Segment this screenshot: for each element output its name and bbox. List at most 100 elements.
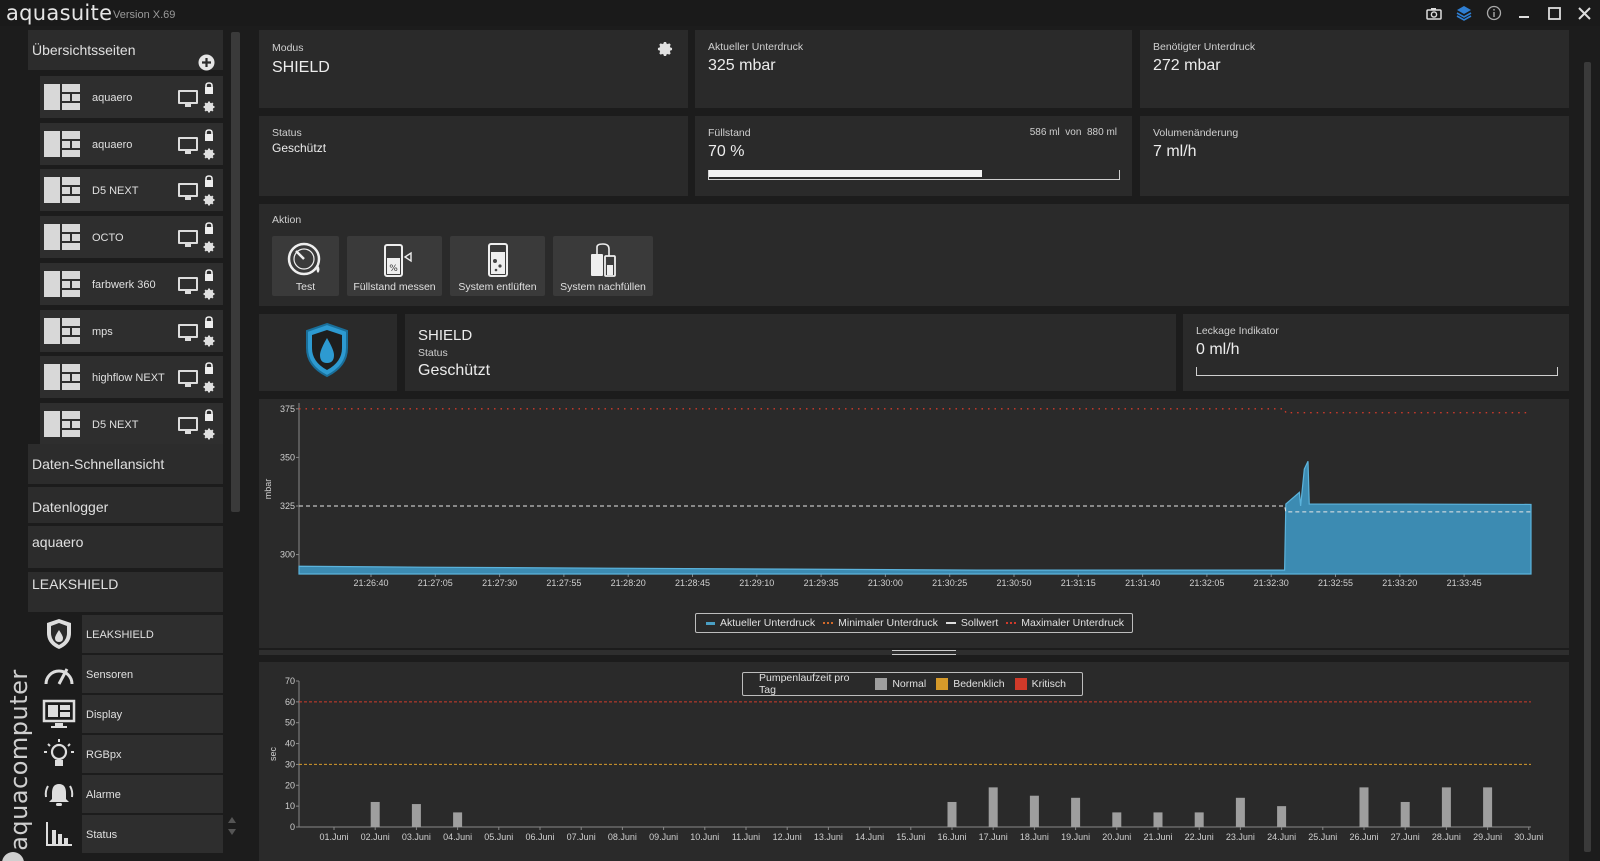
overview-header[interactable]: Übersichtsseiten xyxy=(28,30,223,71)
monitor-icon[interactable] xyxy=(178,370,198,388)
sidebar-item-rgbpx[interactable]: RGBpx xyxy=(40,735,223,773)
overview-item-d5next[interactable]: D5 NEXT xyxy=(40,169,223,212)
gear-icon[interactable] xyxy=(202,334,216,348)
modus-label: Modus xyxy=(272,42,304,54)
x-tick-label: 04.Juni xyxy=(443,832,472,842)
scroll-down-icon[interactable] xyxy=(228,828,236,836)
legend-max[interactable]: Maximaler Unterdruck xyxy=(1006,617,1124,629)
lock-icon[interactable] xyxy=(203,409,215,421)
required-pressure-value: 272 mbar xyxy=(1153,57,1221,74)
sidebar-item-label: Alarme xyxy=(82,775,223,813)
overview-item-d5next2[interactable]: D5 NEXT xyxy=(40,402,223,445)
gear-icon[interactable] xyxy=(202,147,216,161)
overview-item-aquaero[interactable]: aquaero xyxy=(40,122,223,165)
main-scrollbar[interactable] xyxy=(1584,62,1591,852)
overview-item-octo[interactable]: OCTO xyxy=(40,216,223,259)
splitter[interactable] xyxy=(259,650,1569,655)
quickview-item[interactable]: Daten-Schnellansicht xyxy=(28,444,223,484)
overview-item-mps[interactable]: mps xyxy=(40,309,223,352)
datalogger-item[interactable]: Datenlogger xyxy=(28,487,223,523)
test-button[interactable]: Test xyxy=(272,236,339,296)
overview-item-label: aquaero xyxy=(92,138,133,151)
gear-icon[interactable] xyxy=(202,240,216,254)
gear-icon[interactable] xyxy=(202,380,216,394)
vent-system-button[interactable]: System entlüften xyxy=(450,236,545,296)
lock-icon[interactable] xyxy=(203,128,215,141)
series-max-line xyxy=(299,408,1531,414)
overview-item-farbwerk360[interactable]: farbwerk 360 xyxy=(40,262,223,305)
monitor-icon[interactable] xyxy=(178,323,198,341)
fill-of-word: von xyxy=(1065,127,1082,138)
x-tick-label: 15.Juni xyxy=(896,832,925,842)
lock-icon[interactable] xyxy=(203,82,215,94)
maximize-icon[interactable] xyxy=(1544,4,1564,22)
legend-min[interactable]: Minimaler Unterdruck xyxy=(823,617,938,629)
shield-status-value: Geschützt xyxy=(418,362,491,379)
monitor-icon[interactable] xyxy=(178,276,198,294)
sidebar-item-leakshield[interactable]: LEAKSHIELD xyxy=(40,615,223,653)
layout-thumbnail-icon xyxy=(44,410,80,437)
monitor-icon[interactable] xyxy=(178,136,198,154)
leakshield-section[interactable]: LEAKSHIELD xyxy=(28,572,223,612)
bar xyxy=(1400,801,1410,827)
gear-icon[interactable] xyxy=(202,193,216,207)
lock-icon[interactable] xyxy=(203,362,215,375)
splitter-handle[interactable] xyxy=(892,650,956,655)
monitor-icon[interactable] xyxy=(178,90,198,107)
sidebar-item-status[interactable]: Status xyxy=(40,815,223,853)
legend-normal[interactable]: Normal xyxy=(875,678,926,690)
gear-icon[interactable] xyxy=(202,100,216,114)
aquaero-section[interactable]: aquaero xyxy=(28,526,223,568)
x-tick-label: 27.Juni xyxy=(1391,832,1420,842)
info-icon[interactable] xyxy=(1484,4,1504,22)
legend-warning[interactable]: Bedenklich xyxy=(936,678,1005,690)
close-icon[interactable] xyxy=(1574,4,1594,22)
lock-icon[interactable] xyxy=(203,175,215,188)
add-icon[interactable] xyxy=(198,54,215,71)
monitor-icon[interactable] xyxy=(178,230,198,248)
shield-status-label: Status xyxy=(418,347,448,359)
layout-thumbnail-icon xyxy=(44,364,80,391)
legend-min-label: Minimaler Unterdruck xyxy=(838,617,938,629)
camera-icon[interactable] xyxy=(1424,4,1444,22)
bar xyxy=(1441,787,1451,827)
legend-warning-label: Bedenklich xyxy=(953,678,1005,690)
legend-current[interactable]: Aktueller Unterdruck xyxy=(706,617,815,629)
layers-icon[interactable] xyxy=(1454,4,1474,22)
window-controls xyxy=(1424,4,1594,22)
overview-item-label: farbwerk 360 xyxy=(92,278,156,291)
lock-icon[interactable] xyxy=(203,222,215,235)
scroll-up-icon[interactable] xyxy=(228,816,236,824)
measure-fill-label: Füllstand messen xyxy=(353,281,436,293)
sidebar-item-display[interactable]: Display xyxy=(40,695,223,733)
vent-icon xyxy=(487,243,508,277)
y-tick-label: 20 xyxy=(285,780,295,790)
sidebar-item-alarme[interactable]: Alarme xyxy=(40,775,223,813)
lock-icon[interactable] xyxy=(203,268,215,281)
y-tick-label: 0 xyxy=(290,822,295,832)
legend-setpoint[interactable]: Sollwert xyxy=(945,617,998,629)
shield-icon xyxy=(40,615,78,653)
measure-fill-button[interactable]: % Füllstand messen xyxy=(347,236,442,296)
svg-text:%: % xyxy=(389,264,398,274)
x-tick-label: 21:30:50 xyxy=(996,578,1031,588)
refill-system-label: System nachfüllen xyxy=(560,281,646,293)
overview-item-aquaero[interactable]: aquaero xyxy=(40,76,223,118)
title-bar: aquasuite Version X.69 xyxy=(0,0,1600,26)
sidebar-item-sensoren[interactable]: Sensoren xyxy=(40,655,223,693)
settings-gear-icon[interactable] xyxy=(656,40,674,58)
refill-system-button[interactable]: System nachfüllen xyxy=(553,236,653,296)
monitor-icon[interactable] xyxy=(178,416,198,434)
y-tick-label: 300 xyxy=(280,550,295,560)
overview-item-highflownext[interactable]: highflow NEXT xyxy=(40,356,223,399)
legend-critical[interactable]: Kritisch xyxy=(1014,678,1066,690)
y-tick-label: 40 xyxy=(285,739,295,749)
minimize-icon[interactable] xyxy=(1514,4,1534,22)
lock-icon[interactable] xyxy=(203,315,215,328)
pump-chart-panel: 0 10 20 30 40 50 60 70 sec 01.Juni 02.Juni 03.Juni 0… xyxy=(259,662,1569,861)
y-tick-label: 325 xyxy=(280,501,295,511)
sidebar-scrollbar[interactable] xyxy=(231,32,240,512)
gear-icon[interactable] xyxy=(202,287,216,301)
monitor-icon[interactable] xyxy=(178,183,198,201)
gear-icon[interactable] xyxy=(202,427,216,441)
